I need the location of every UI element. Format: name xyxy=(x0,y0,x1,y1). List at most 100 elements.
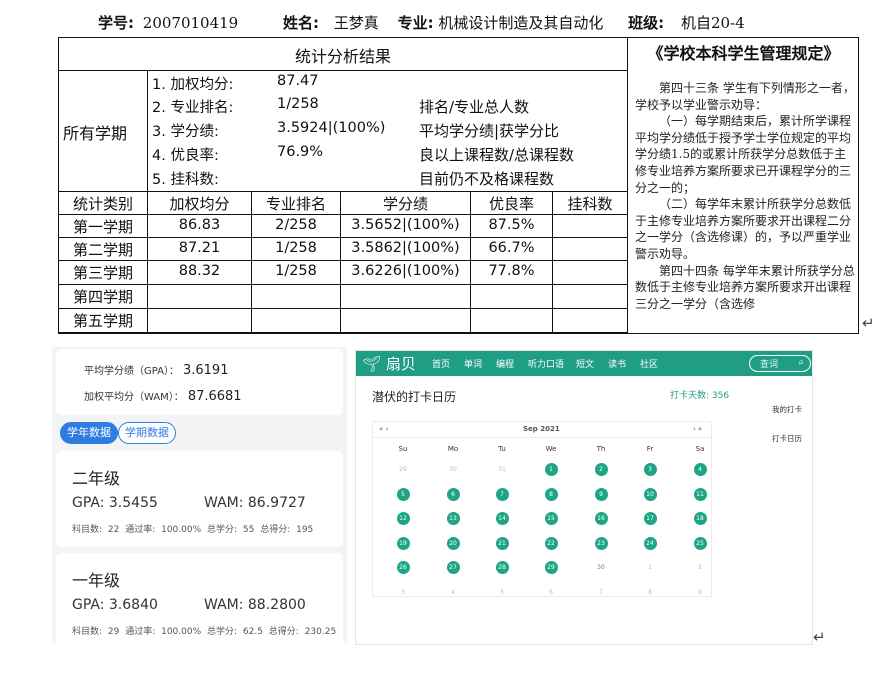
calendar-day-checked[interactable]: 12 xyxy=(396,512,410,525)
calendar-day-checked[interactable]: 21 xyxy=(495,536,509,550)
calendar-day-checked[interactable]: 22 xyxy=(544,536,558,550)
nav-community[interactable]: 社区 xyxy=(640,357,658,370)
term-name: 第一学期 xyxy=(72,218,133,236)
term-wam: 88.32 xyxy=(178,263,221,279)
nav-home[interactable]: 首页 xyxy=(432,357,450,370)
term-rank: 1/258 xyxy=(275,263,317,279)
calendar-day-checked[interactable]: 26 xyxy=(396,561,410,574)
calendar-day-checked[interactable]: 17 xyxy=(643,512,657,525)
calendar-day-checked[interactable]: 14 xyxy=(495,512,509,525)
sprout-icon: 🌱︎ xyxy=(362,355,382,373)
calendar-day-checked[interactable]: 3 xyxy=(643,463,657,476)
summary-item-note: 平均学分绩|获学分比 xyxy=(419,122,560,140)
calendar-day[interactable]: 2 xyxy=(694,561,707,574)
calendar-day[interactable]: 29 xyxy=(397,463,410,476)
all-terms-label: 所有学期 xyxy=(63,124,128,143)
calendar-day[interactable]: 6 xyxy=(545,586,558,599)
tab-year-data[interactable]: 学年数据 xyxy=(60,422,118,444)
calendar-day-checked[interactable]: 15 xyxy=(544,512,558,525)
nav-articles[interactable]: 短文 xyxy=(576,357,594,370)
regulation-paragraph: （一）每学期结束后，累计所学课程平均学分绩低于授予学士学位规定的平均学分绩1.5… xyxy=(635,114,852,195)
term-wam: 87.21 xyxy=(178,240,221,256)
weekday-label: Su xyxy=(398,445,408,453)
calendar-day[interactable]: 4 xyxy=(447,586,460,599)
name-label: 姓名: xyxy=(283,14,319,32)
year-meta: 科目数: 29 通过率: 100.00% 总学分: 62.5 总得分: 230.… xyxy=(72,627,337,637)
search-icon[interactable]: ⌕ xyxy=(798,357,804,368)
calendar-day-checked[interactable]: 4 xyxy=(693,463,707,476)
nav-coding[interactable]: 编程 xyxy=(496,357,514,370)
calendar-day[interactable]: 31 xyxy=(496,463,509,476)
nav-reading[interactable]: 读书 xyxy=(608,357,626,370)
term-wam: 86.83 xyxy=(178,217,221,233)
calendar-day-checked[interactable]: 10 xyxy=(643,487,657,501)
search-input[interactable]: 查词 ⌕ xyxy=(749,355,811,372)
calendar-day-checked[interactable]: 18 xyxy=(693,512,707,525)
term-col-header: 学分绩 xyxy=(382,195,428,213)
calendar-day-checked[interactable]: 6 xyxy=(446,487,460,501)
year-card-2[interactable]: 二年级 GPA: 3.5455 WAM: 86.9727 科目数: 22 通过率… xyxy=(56,451,343,547)
weekday-label: Tu xyxy=(498,445,506,453)
calendar-day-checked[interactable]: 11 xyxy=(693,487,707,501)
calendar-day-checked[interactable]: 19 xyxy=(396,536,410,550)
calendar-day-checked[interactable]: 28 xyxy=(495,561,509,574)
student-info-header: 学号: 2007010419 姓名: 王梦真 专业: 机械设计制造及其自动化 班… xyxy=(98,12,858,38)
avg-wam-label: 加权平均分（WAM）： xyxy=(84,392,184,403)
calendar-day-checked[interactable]: 9 xyxy=(594,487,608,501)
shanbay-checkin-page: 🌱︎ 扇贝 首页 单词 编程 听力口语 短文 读书 社区 查词 ⌕ 潜伏的打卡日… xyxy=(355,350,813,645)
regulation-title: 《学校本科学生管理规定》 xyxy=(647,44,840,63)
major-label: 专业: xyxy=(397,14,434,32)
calendar-day-checked[interactable]: 20 xyxy=(446,536,460,550)
top-nav-bar: 🌱︎ 扇贝 首页 单词 编程 听力口语 短文 读书 社区 查词 ⌕ xyxy=(356,351,812,376)
summary-item-label: 5. 挂科数: xyxy=(152,172,219,188)
calendar-day[interactable]: 7 xyxy=(595,586,608,599)
year-gpa: GPA: 3.5455 xyxy=(72,495,158,511)
calendar-day[interactable]: 3 xyxy=(397,586,410,599)
calendar-day-checked[interactable]: 23 xyxy=(594,536,608,550)
summary-item-label: 3. 学分绩: xyxy=(152,124,219,140)
calendar-day-checked[interactable]: 2 xyxy=(594,463,608,476)
summary-item-label: 1. 加权均分: xyxy=(152,77,234,93)
name-value: 王梦真 xyxy=(333,14,379,32)
calendar-month-label: Sep 2021 xyxy=(523,425,560,433)
year-meta: 科目数: 22 通过率: 100.00% 总学分: 55 总得分: 195 xyxy=(72,525,314,535)
summary-item-note: 目前仍不及格课程数 xyxy=(419,170,555,188)
term-gpa: 3.5862|(100%) xyxy=(351,240,460,256)
term-col-header: 优良率 xyxy=(488,195,534,213)
summary-item-value: 3.5924|(100%) xyxy=(277,120,386,136)
year-card-1[interactable]: 一年级 GPA: 3.6840 WAM: 88.2800 科目数: 29 通过率… xyxy=(56,553,343,643)
calendar-day[interactable]: 30 xyxy=(447,463,460,476)
year-gpa: GPA: 3.6840 xyxy=(72,597,158,613)
term-name: 第四学期 xyxy=(72,288,133,306)
calendar-day[interactable]: 9 xyxy=(694,586,707,599)
calendar-day-checked[interactable]: 8 xyxy=(544,487,558,501)
term-col-header: 统计类别 xyxy=(72,195,133,213)
calendar-day-checked[interactable]: 7 xyxy=(495,487,509,501)
sidebar-link-my-checkin[interactable]: 我的打卡 xyxy=(772,404,802,415)
logo-text: 扇贝 xyxy=(385,355,416,373)
search-placeholder: 查词 xyxy=(760,360,779,370)
sidebar-link-checkin-calendar[interactable]: 打卡日历 xyxy=(772,433,802,444)
avg-gpa-line: 平均学分绩（GPA）： 3.6191 xyxy=(84,362,228,378)
shanbay-logo[interactable]: 🌱︎ 扇贝 xyxy=(362,353,416,374)
calendar-day-checked[interactable]: 25 xyxy=(693,536,707,550)
calendar-day-checked[interactable]: 29 xyxy=(544,561,558,574)
nav-words[interactable]: 单词 xyxy=(464,357,482,370)
nav-listening[interactable]: 听力口语 xyxy=(528,357,564,370)
checkin-days-count: 打卡天数: 356 xyxy=(670,391,730,401)
prev-month-button[interactable]: « ‹ xyxy=(379,425,388,433)
calendar-day-checked[interactable]: 13 xyxy=(446,512,460,525)
calendar-day-checked[interactable]: 27 xyxy=(446,561,460,574)
calendar-day-checked[interactable]: 1 xyxy=(544,463,558,476)
calendar-day[interactable]: 8 xyxy=(644,586,657,599)
calendar-day[interactable]: 30 xyxy=(595,561,608,574)
calendar-day-checked[interactable]: 16 xyxy=(594,512,608,525)
calendar-day[interactable]: 1 xyxy=(644,561,657,574)
calendar-day-checked[interactable]: 5 xyxy=(396,487,410,501)
year-wam: WAM: 88.2800 xyxy=(204,597,306,613)
tab-term-data[interactable]: 学期数据 xyxy=(118,422,176,444)
calendar-day-checked[interactable]: 24 xyxy=(643,536,657,550)
next-month-button[interactable]: › » xyxy=(693,425,702,433)
calendar-day[interactable]: 5 xyxy=(496,586,509,599)
calendar-header: « ‹ Sep 2021 › » xyxy=(373,422,713,438)
